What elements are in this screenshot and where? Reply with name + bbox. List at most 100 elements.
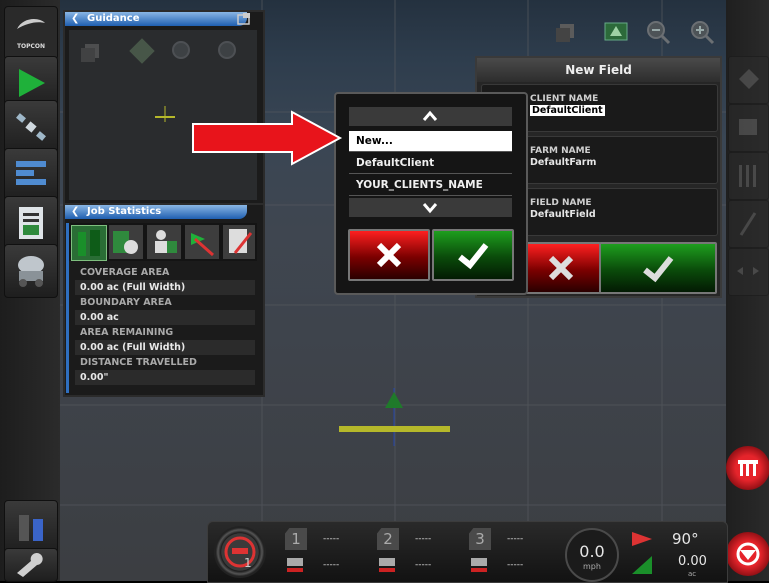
operator-icon [155, 230, 177, 253]
panel-accent-bar [66, 223, 69, 393]
tab-operator[interactable] [147, 225, 181, 259]
logo-text: TOPCON [16, 43, 46, 50]
expand-window-icon[interactable] [237, 13, 251, 25]
cancel-x-icon [376, 242, 402, 268]
rows-icon [739, 165, 756, 187]
report-icon [229, 229, 253, 254]
speedometer: 0.0 mph [565, 528, 619, 582]
autosteer-button[interactable] [726, 532, 769, 576]
section-1-bottom: ----- [323, 560, 340, 570]
list-layout-icon [16, 161, 46, 185]
topcon-logo: TOPCON [4, 6, 58, 60]
new-field-cancel-button[interactable] [521, 242, 601, 294]
right-tool-1[interactable] [728, 56, 769, 104]
right-tool-3[interactable] [728, 152, 769, 200]
collapse-chevron-icon[interactable]: ❮ [71, 205, 79, 219]
clock-icon [113, 231, 138, 254]
heading-flag-icon [632, 532, 652, 546]
satellite-button[interactable] [4, 100, 58, 154]
dropdown-item-your-clients-name[interactable]: YOUR_CLIENTS_NAME [349, 175, 512, 196]
section-1: 1 ----- ----- [283, 526, 365, 578]
scroll-down-button[interactable] [349, 198, 512, 217]
section-2-top: ----- [415, 534, 432, 544]
spray-icon [471, 558, 487, 572]
right-tool-5[interactable] [728, 248, 769, 296]
speed-unit: mph [583, 562, 601, 571]
section-gauge-icon [224, 536, 256, 568]
annotation-arrow [192, 110, 343, 166]
machine-button[interactable] [4, 244, 58, 298]
stat-value-boundary: 0.00 ac [75, 310, 255, 325]
layout-button[interactable] [4, 148, 58, 202]
guidance-panel-header[interactable]: ❮ Guidance [65, 12, 247, 26]
section-2-number: 2 [377, 528, 399, 550]
checkmark-icon [643, 256, 674, 283]
dropdown-cancel-button[interactable] [348, 229, 430, 281]
stat-label-boundary: BOUNDARY AREA [80, 297, 172, 308]
arrows-icon [737, 267, 759, 275]
wrench-icon [17, 553, 43, 577]
zoom-in-icon[interactable] [688, 18, 716, 46]
right-toolbar [726, 0, 769, 581]
tab-guidance-stats[interactable] [185, 225, 219, 259]
section-control-gauge[interactable]: 1 [214, 526, 266, 578]
dropdown-item-defaultclient[interactable]: DefaultClient [349, 153, 512, 174]
tab-report[interactable] [223, 225, 255, 259]
settings-button[interactable] [4, 548, 58, 582]
data-button[interactable] [4, 500, 58, 554]
stat-label-remaining: AREA REMAINING [80, 327, 174, 338]
stat-label-distance: DISTANCE TRAVELLED [80, 357, 197, 368]
new-field-ok-button[interactable] [599, 242, 717, 294]
map-toolbar [552, 18, 722, 52]
report-button[interactable] [4, 196, 58, 250]
statistics-tabs [69, 223, 257, 261]
zoom-out-icon[interactable] [644, 18, 672, 46]
steering-wheel-icon [736, 542, 760, 566]
job-statistics-title: Job Statistics [87, 206, 162, 217]
section-1-number: 1 [285, 528, 307, 550]
left-toolbar: TOPCON [0, 0, 60, 582]
cube-icon [739, 69, 759, 89]
client-name-field[interactable]: DefaultClient [530, 105, 605, 116]
dropdown-item-new[interactable]: New... [349, 131, 512, 152]
guidance-panel: ❮ Guidance [63, 10, 265, 206]
client-name-label: CLIENT NAME [530, 94, 599, 104]
spray-icon [287, 558, 303, 572]
farm-name-label: FARM NAME [530, 146, 591, 156]
tab-time[interactable] [109, 225, 143, 259]
section-3-bottom: ----- [507, 560, 524, 570]
area-value: 0.00 [678, 554, 707, 569]
job-statistics-header[interactable]: ❮ Job Statistics [65, 205, 247, 219]
layers-icon[interactable] [552, 18, 580, 46]
tab-coverage[interactable] [71, 225, 107, 261]
map-view-icon[interactable] [602, 18, 630, 46]
plow-icon [739, 212, 757, 236]
speed-value: 0.0 [579, 542, 605, 561]
stat-value-distance: 0.00" [75, 370, 255, 385]
dropdown-ok-button[interactable] [432, 229, 514, 281]
section-3: 3 ----- ----- [467, 526, 549, 578]
heading-area-readout: 90° 0.00 ac [628, 526, 723, 578]
guidance-stats-icon [191, 233, 214, 257]
guidance-panel-title: Guidance [87, 13, 140, 24]
implement-button[interactable] [726, 446, 769, 490]
data-transfer-icon [19, 515, 43, 541]
cancel-x-icon [548, 255, 574, 281]
guidance-arrow-icon [19, 69, 45, 97]
section-2-bottom: ----- [415, 560, 432, 570]
area-coverage-icon [632, 556, 652, 574]
collapse-chevron-icon[interactable]: ❮ [71, 12, 79, 26]
heading-value: 90° [672, 530, 699, 548]
checkmark-icon [458, 243, 489, 270]
right-tool-2[interactable] [728, 104, 769, 152]
stat-label-coverage: COVERAGE AREA [80, 267, 170, 278]
chevron-down-icon [422, 203, 438, 214]
area-unit: ac [688, 570, 697, 578]
right-tool-4[interactable] [728, 200, 769, 248]
vehicle-marker [339, 388, 450, 446]
field-name-value: DefaultField [530, 209, 596, 220]
bottom-status-bar: 1 1 ----- ----- 2 ----- ----- 3 ----- --… [207, 521, 728, 583]
chevron-up-icon [422, 110, 438, 121]
scroll-up-button[interactable] [349, 107, 512, 126]
coverage-icon [78, 230, 100, 256]
